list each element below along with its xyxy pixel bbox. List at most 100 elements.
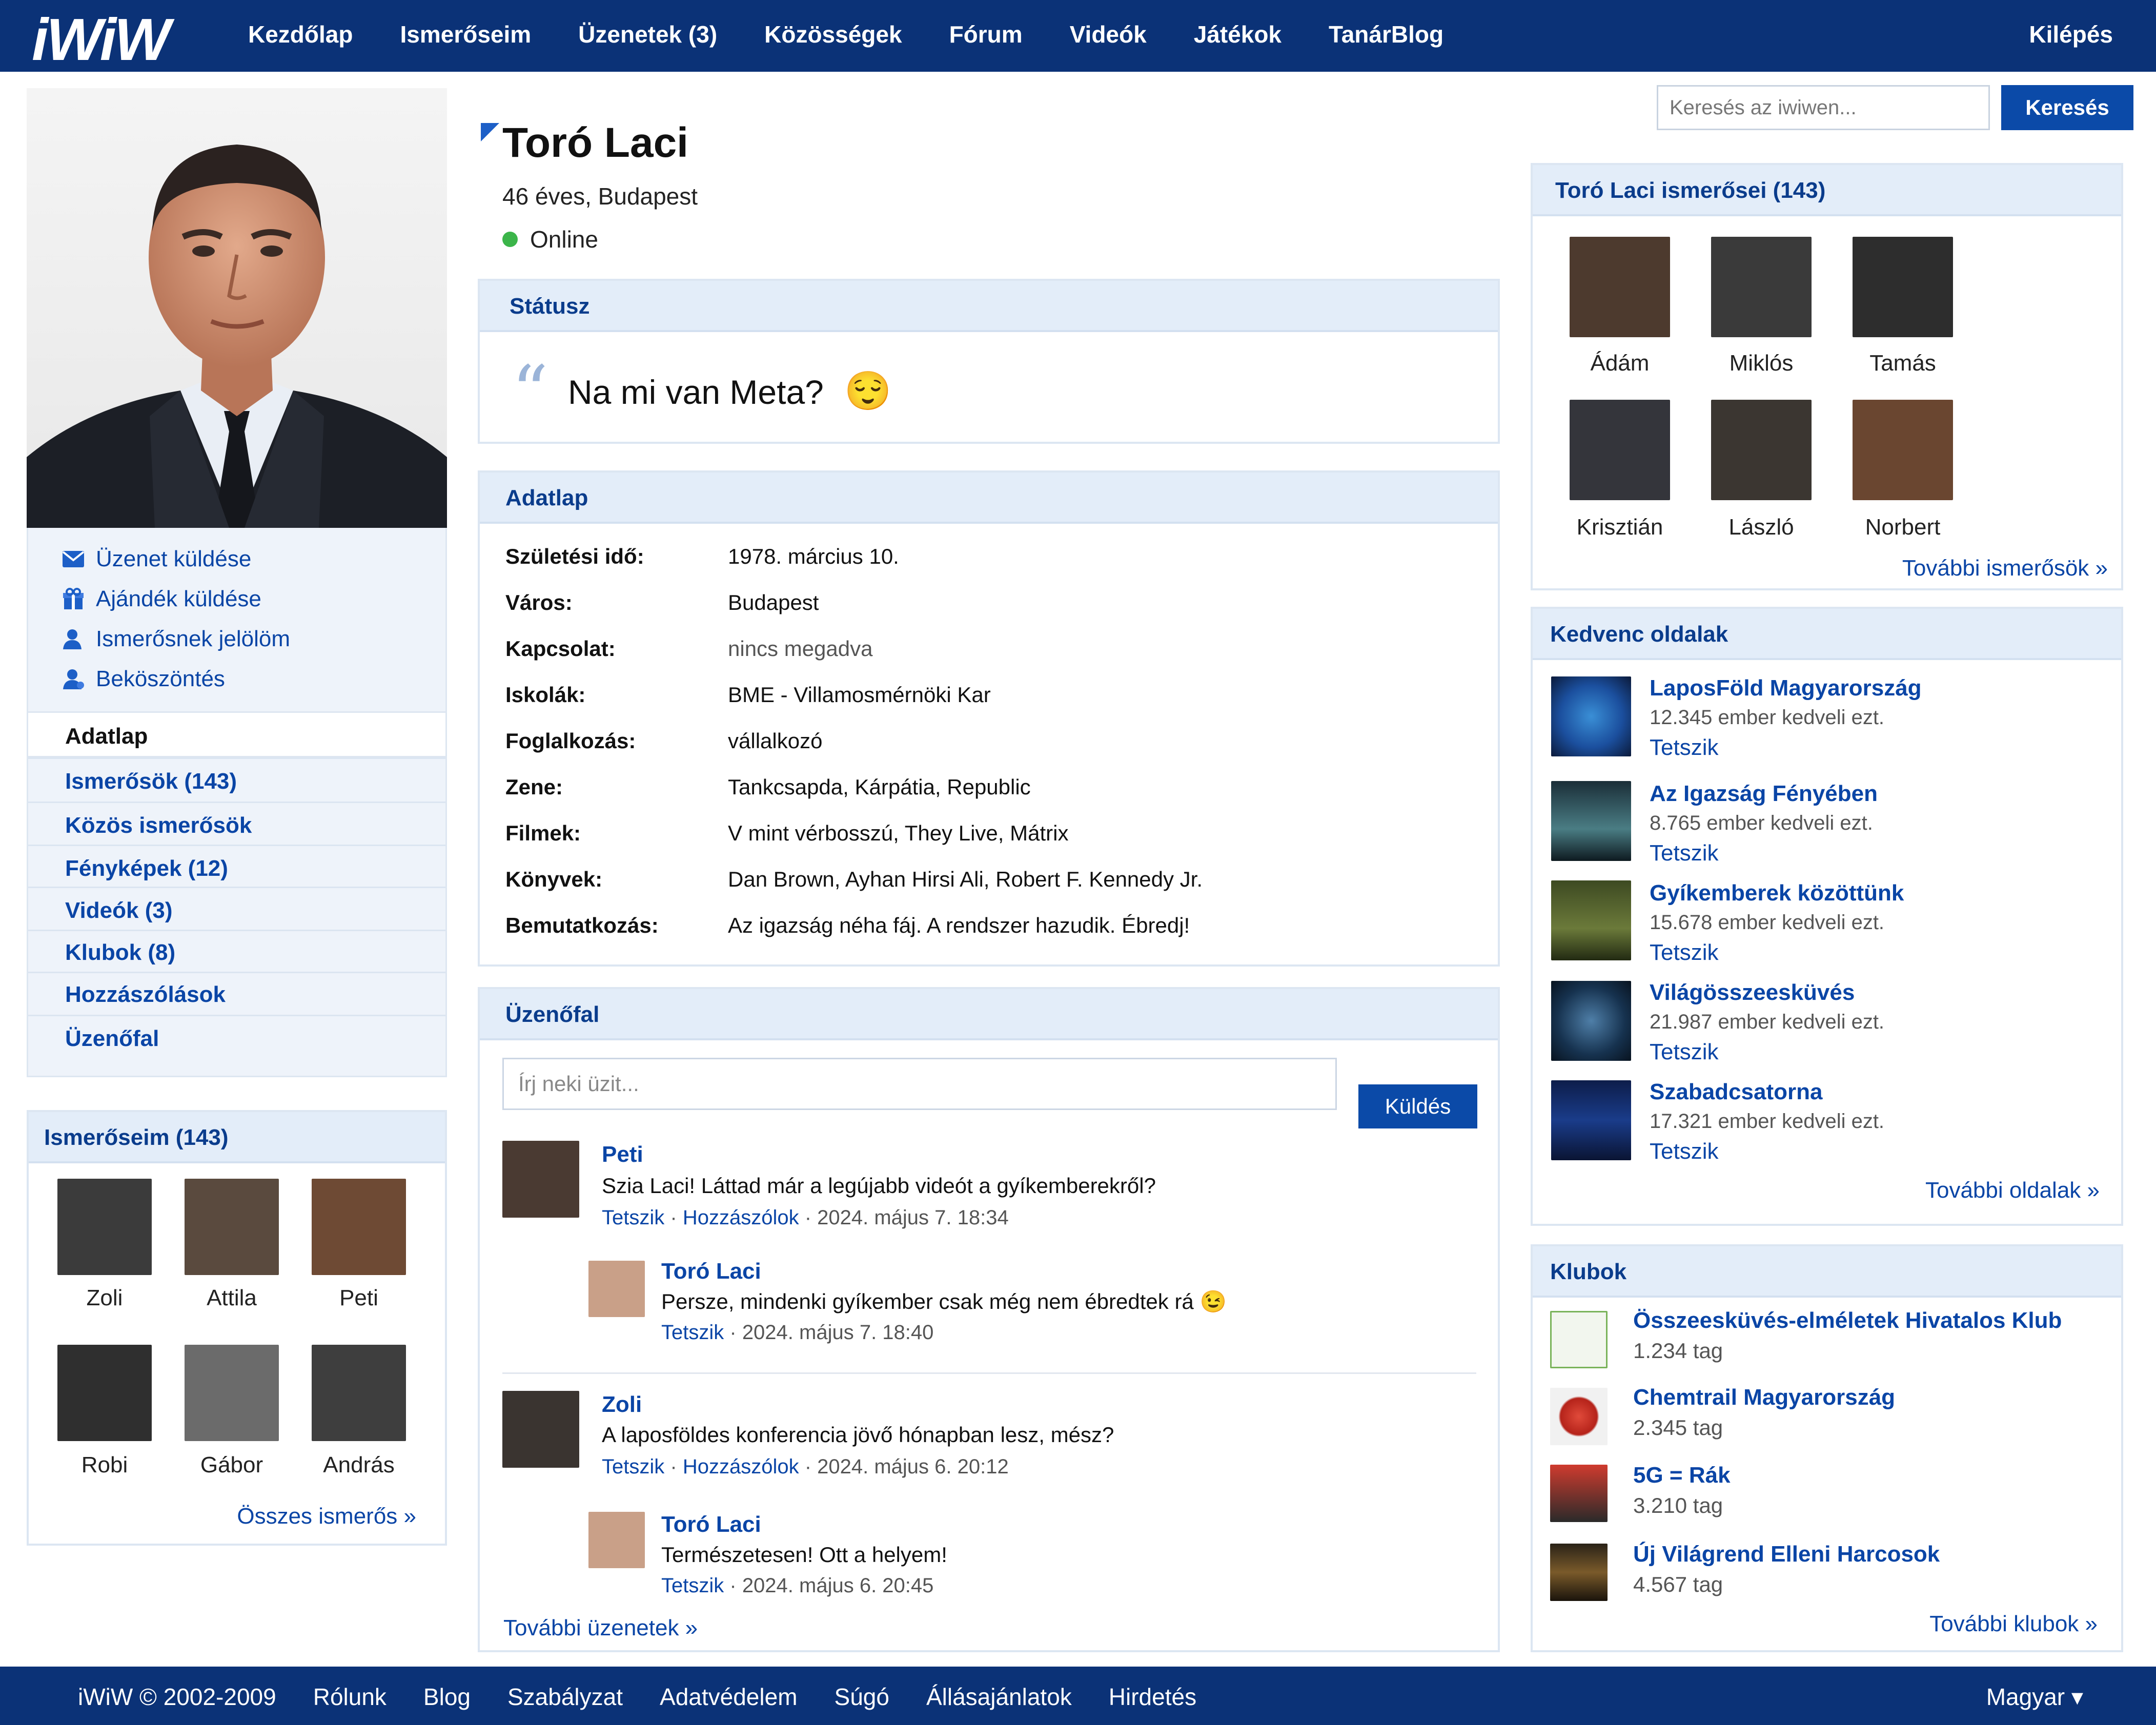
friend-photo[interactable]	[1853, 237, 1953, 337]
more-friends-link[interactable]: További ismerősök »	[1902, 556, 2108, 581]
page-title[interactable]: Gyíkemberek közöttünk	[1650, 880, 1904, 906]
post-author-avatar[interactable]	[502, 1141, 579, 1218]
reply-like-link[interactable]: Tetszik	[661, 1321, 724, 1344]
nav-videos[interactable]: Videók	[1070, 20, 1147, 48]
post-like-link[interactable]: Tetszik	[602, 1206, 664, 1229]
search-button[interactable]: Keresés	[2001, 85, 2133, 130]
iwiw-logo[interactable]: iWiW	[32, 5, 170, 74]
friend-name[interactable]: Zoli	[43, 1285, 166, 1311]
footer-ads-link[interactable]: Hirdetés	[1109, 1683, 1196, 1711]
post-comment-link[interactable]: Hozzászólok	[683, 1455, 799, 1478]
page-thumbnail[interactable]	[1551, 781, 1631, 861]
more-pages-link[interactable]: További oldalak »	[1925, 1178, 2100, 1203]
page-thumbnail[interactable]	[1551, 981, 1631, 1061]
post-like-link[interactable]: Tetszik	[602, 1455, 664, 1478]
send-message-action[interactable]: Üzenet küldése	[62, 546, 251, 572]
page-title[interactable]: Világösszeesküvés	[1650, 980, 1855, 1005]
nav-friends[interactable]: Ismerőseim	[400, 20, 531, 48]
page-thumbnail[interactable]	[1551, 880, 1631, 960]
friend-name[interactable]: Tamás	[1841, 351, 1964, 376]
friend-name[interactable]: László	[1700, 515, 1823, 540]
wall-message-input[interactable]	[502, 1058, 1337, 1110]
post-author-name[interactable]: Peti	[602, 1142, 643, 1167]
page-title[interactable]: Szabadcsatorna	[1650, 1079, 1822, 1105]
menu-item-comments[interactable]: Hozzászólások	[65, 982, 226, 1008]
page-title[interactable]: Az Igazság Fényében	[1650, 781, 1878, 807]
friend-photo[interactable]	[312, 1345, 406, 1441]
logout-link[interactable]: Kilépés	[2029, 20, 2113, 48]
friend-name[interactable]: Norbert	[1841, 515, 1964, 540]
footer-help-link[interactable]: Súgó	[835, 1683, 889, 1711]
footer-rules-link[interactable]: Szabályzat	[507, 1683, 623, 1711]
menu-item-datasheet[interactable]: Adatlap	[65, 724, 148, 749]
reply-author-name[interactable]: Toró Laci	[661, 1512, 761, 1537]
footer-about-link[interactable]: Rólunk	[313, 1683, 387, 1711]
friend-name[interactable]: Attila	[170, 1285, 293, 1311]
send-gift-action[interactable]: Ajándék küldése	[62, 586, 261, 612]
footer-privacy-link[interactable]: Adatvédelem	[660, 1683, 798, 1711]
friend-name[interactable]: Peti	[297, 1285, 420, 1311]
friend-photo[interactable]	[1711, 237, 1812, 337]
post-author-name[interactable]: Zoli	[602, 1392, 642, 1418]
page-like-link[interactable]: Tetszik	[1650, 940, 1718, 966]
page-title[interactable]: LaposFöld Magyarország	[1650, 675, 1922, 701]
menu-item-friends[interactable]: Ismerősök (143)	[65, 769, 237, 794]
friend-photo[interactable]	[185, 1345, 279, 1441]
nav-forum[interactable]: Fórum	[949, 20, 1023, 48]
nav-home[interactable]: Kezdőlap	[248, 20, 353, 48]
menu-item-clubs[interactable]: Klubok (8)	[65, 940, 175, 966]
friend-photo[interactable]	[312, 1179, 406, 1275]
search-input[interactable]	[1657, 85, 1990, 130]
add-friend-action[interactable]: Ismerősnek jelölöm	[62, 626, 290, 652]
club-title[interactable]: 5G = Rák	[1633, 1463, 1731, 1488]
club-title[interactable]: Összeesküvés-elméletek Hivatalos Klub	[1633, 1308, 2062, 1333]
friend-name[interactable]: András	[297, 1452, 420, 1478]
footer-blog-link[interactable]: Blog	[423, 1683, 471, 1711]
reply-author-name[interactable]: Toró Laci	[661, 1259, 761, 1284]
club-logo[interactable]	[1550, 1311, 1608, 1368]
friend-name[interactable]: Krisztián	[1558, 515, 1681, 540]
friend-name[interactable]: Robi	[43, 1452, 166, 1478]
friend-name[interactable]: Gábor	[170, 1452, 293, 1478]
friend-photo[interactable]	[57, 1345, 152, 1441]
menu-item-wall[interactable]: Üzenőfal	[65, 1026, 159, 1052]
reply-author-avatar[interactable]	[588, 1512, 645, 1568]
nav-communities[interactable]: Közösségek	[764, 20, 902, 48]
page-thumbnail[interactable]	[1551, 1080, 1631, 1160]
club-logo[interactable]	[1550, 1544, 1608, 1601]
profile-photo[interactable]	[27, 88, 447, 528]
post-comment-link[interactable]: Hozzászólok	[683, 1206, 799, 1229]
menu-item-photos[interactable]: Fényképek (12)	[65, 856, 228, 881]
nav-messages[interactable]: Üzenetek (3)	[578, 20, 717, 48]
friend-name[interactable]: Miklós	[1700, 351, 1823, 376]
friend-photo[interactable]	[1570, 400, 1670, 500]
page-like-link[interactable]: Tetszik	[1650, 1039, 1718, 1065]
page-like-link[interactable]: Tetszik	[1650, 1139, 1718, 1164]
reply-author-avatar[interactable]	[588, 1261, 645, 1317]
friend-photo[interactable]	[57, 1179, 152, 1275]
club-logo[interactable]	[1550, 1465, 1608, 1522]
wall-send-button[interactable]: Küldés	[1358, 1084, 1477, 1128]
club-title[interactable]: Új Világrend Elleni Harcosok	[1633, 1542, 1940, 1567]
page-like-link[interactable]: Tetszik	[1650, 735, 1718, 761]
all-friends-link[interactable]: Összes ismerős »	[237, 1504, 416, 1529]
more-messages-link[interactable]: További üzenetek »	[503, 1615, 698, 1641]
footer-jobs-link[interactable]: Állásajánlatok	[926, 1683, 1072, 1711]
page-like-link[interactable]: Tetszik	[1650, 840, 1718, 866]
reply-like-link[interactable]: Tetszik	[661, 1574, 724, 1597]
club-title[interactable]: Chemtrail Magyarország	[1633, 1385, 1895, 1410]
menu-item-mutual-friends[interactable]: Közös ismerősök	[65, 813, 252, 838]
more-clubs-link[interactable]: További klubok »	[1929, 1611, 2098, 1637]
friend-photo[interactable]	[185, 1179, 279, 1275]
page-thumbnail-globe[interactable]	[1551, 676, 1631, 756]
greet-action[interactable]: Beköszöntés	[62, 666, 225, 692]
club-logo[interactable]	[1550, 1388, 1608, 1445]
friend-photo[interactable]	[1853, 400, 1953, 500]
friend-photo[interactable]	[1711, 400, 1812, 500]
friend-name[interactable]: Ádám	[1558, 351, 1681, 376]
menu-item-videos[interactable]: Videók (3)	[65, 898, 172, 923]
nav-games[interactable]: Játékok	[1194, 20, 1282, 48]
post-author-avatar[interactable]	[502, 1391, 579, 1468]
friend-photo[interactable]	[1570, 237, 1670, 337]
nav-teacherblog[interactable]: TanárBlog	[1329, 20, 1443, 48]
